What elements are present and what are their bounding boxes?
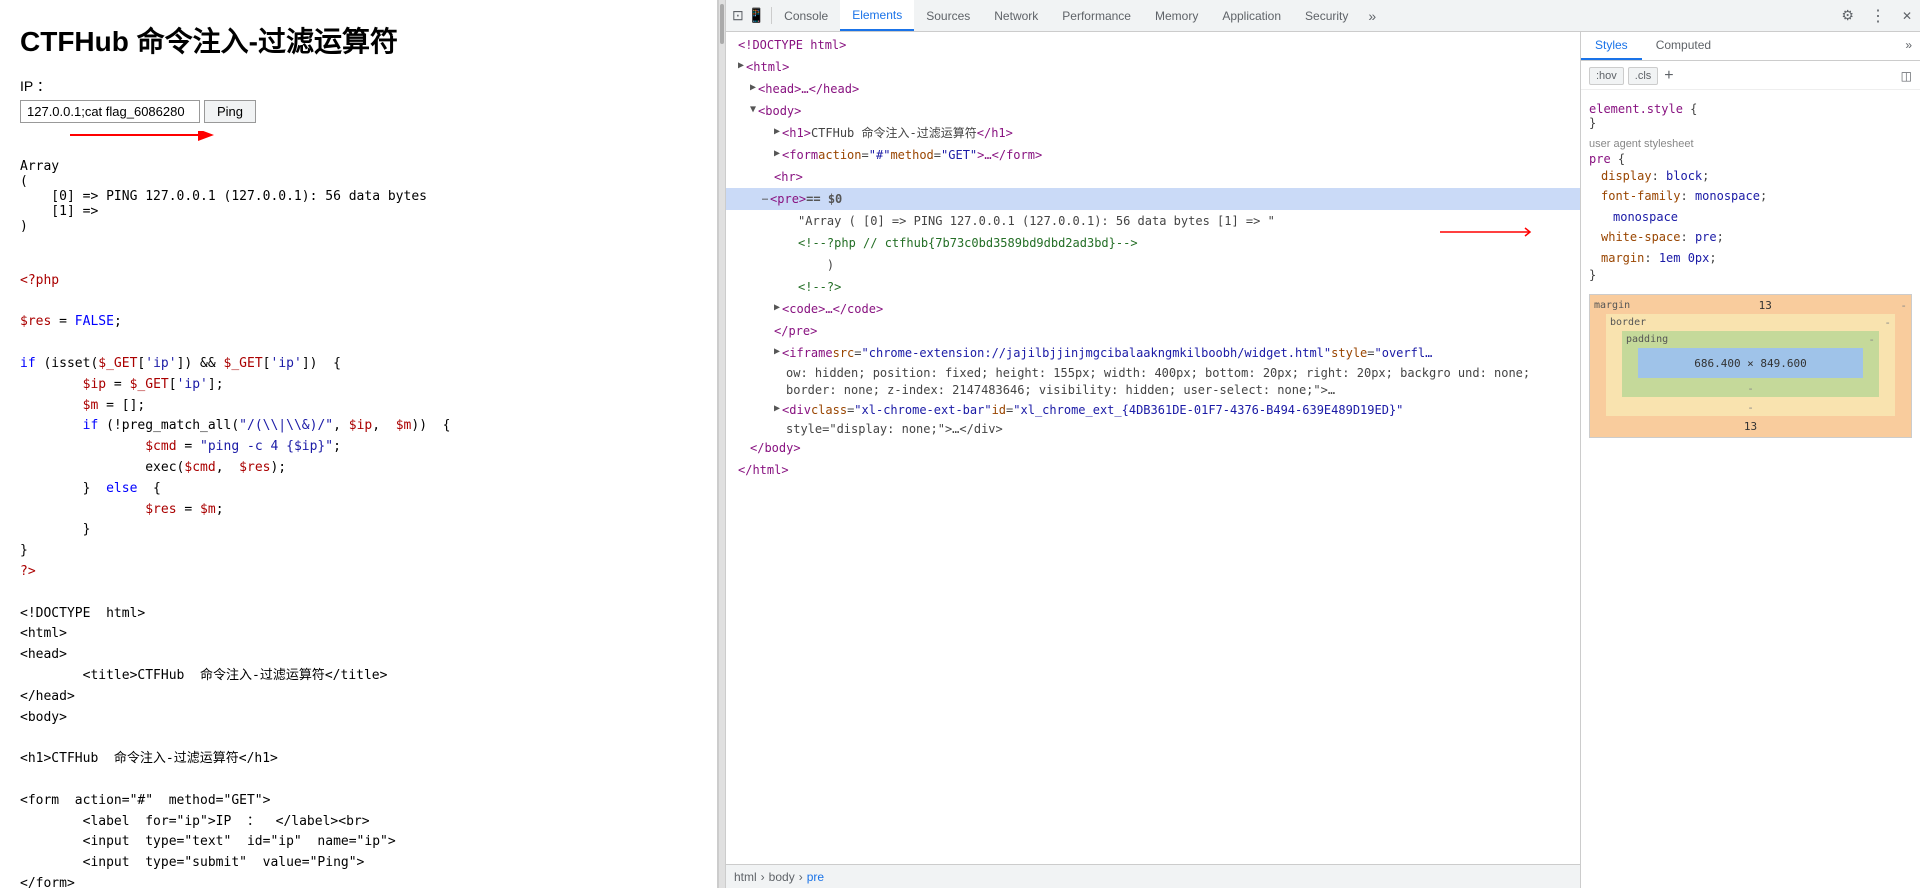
tab-styles[interactable]: Styles — [1581, 32, 1642, 60]
expand-rules-icon[interactable]: ◫ — [1901, 69, 1912, 83]
tab-computed[interactable]: Computed — [1642, 32, 1725, 60]
php-source: <?php $res = FALSE; if (isset($_GET['ip'… — [20, 250, 697, 888]
ip-label: IP ： — [20, 76, 697, 96]
tab-application[interactable]: Application — [1210, 0, 1293, 31]
margin-right-val: - — [1900, 299, 1907, 312]
dom-node-iframe[interactable]: ▶ <iframe src="chrome-extension://jajilb… — [726, 342, 1580, 364]
border-box: border - padding - — [1606, 314, 1895, 416]
dom-breadcrumb: html › body › pre — [726, 864, 1580, 888]
more-tabs-icon[interactable]: » — [1360, 8, 1384, 24]
margin-bottom-val: 13 — [1744, 420, 1757, 433]
tab-security[interactable]: Security — [1293, 0, 1360, 31]
dom-node-comment2[interactable]: <!--?> — [726, 276, 1580, 298]
border-val: - — [1884, 316, 1891, 329]
breadcrumb-pre[interactable]: pre — [807, 870, 824, 884]
style-white-space: white-space: pre; — [1601, 227, 1912, 247]
breadcrumb-body[interactable]: body — [769, 870, 795, 884]
cursor-icon[interactable]: ⊡ — [732, 7, 744, 24]
margin-box: margin 13 - border - — [1590, 295, 1911, 437]
scroll-thumb — [720, 4, 724, 44]
margin-top-val: 13 — [1759, 299, 1772, 312]
tab-network[interactable]: Network — [982, 0, 1050, 31]
expand-styles-icon[interactable]: » — [1897, 32, 1920, 60]
dom-node-body[interactable]: ▼ <body> — [726, 100, 1580, 122]
dom-node-body-close[interactable]: </body> — [726, 437, 1580, 459]
mobile-icon[interactable]: 📱 — [748, 7, 765, 24]
styles-computed-tabs: Styles Computed » — [1581, 32, 1920, 61]
box-model: margin 13 - border - — [1589, 294, 1912, 438]
tab-performance[interactable]: Performance — [1050, 0, 1143, 31]
dom-node-pre[interactable]: … <pre> == $0 — [726, 188, 1580, 210]
command-output: Array ( [0] => PING 127.0.0.1 (127.0.0.1… — [20, 159, 697, 234]
dom-node-html-close[interactable]: </html> — [726, 459, 1580, 481]
padding-val: - — [1868, 333, 1875, 346]
dom-node-html[interactable]: ▶ <html> — [726, 56, 1580, 78]
dom-node-code[interactable]: ▶ <code>…</code> — [726, 298, 1580, 320]
ping-button[interactable]: Ping — [204, 100, 256, 123]
tab-sources[interactable]: Sources — [914, 0, 982, 31]
dom-node-h1[interactable]: ▶ <h1>CTFHub 命令注入-过滤运算符</h1> — [726, 122, 1580, 144]
annotation-arrow — [50, 131, 250, 155]
dom-node-head[interactable]: ▶ <head>…</head> — [726, 78, 1580, 100]
border-label: border — [1610, 317, 1646, 328]
style-font-family-2: monospace — [1601, 207, 1912, 227]
styles-content: element.style { } user agent stylesheet … — [1581, 96, 1920, 888]
devtools-top-tabs: ⊡ 📱 Console Elements Sources Network Per… — [726, 0, 1920, 32]
close-devtools-icon[interactable]: ✕ — [1894, 9, 1920, 23]
dom-node-text2[interactable]: ) — [726, 254, 1580, 276]
dom-node-div-chrome[interactable]: ▶ <div class="xl-chrome-ext-bar" id="xl_… — [726, 399, 1580, 421]
hov-button[interactable]: :hov — [1589, 67, 1624, 85]
flag-arrow — [1440, 222, 1560, 242]
user-agent-stylesheet-section: user agent stylesheet pre { display: blo… — [1589, 138, 1912, 282]
style-margin: margin: 1em 0px; — [1601, 248, 1912, 268]
padding-label: padding — [1626, 334, 1668, 345]
resize-handle[interactable] — [718, 0, 726, 888]
styles-panel: Styles Computed » :hov .cls + ◫ — [1580, 32, 1920, 888]
ip-input-row: Ping — [20, 100, 697, 123]
dom-node-doctype[interactable]: <!DOCTYPE html> — [726, 34, 1580, 56]
dom-node-comment-flag[interactable]: <!--?php // ctfhub{7b73c0bd3589bd9dbd2ad… — [726, 232, 1580, 254]
tab-memory[interactable]: Memory — [1143, 0, 1210, 31]
dom-node-form[interactable]: ▶ <form action="#" method="GET" >…</form… — [726, 144, 1580, 166]
more-options-icon[interactable]: ⋮ — [1862, 6, 1894, 26]
ip-input[interactable] — [20, 100, 200, 123]
border-bottom-val: - — [1747, 401, 1754, 414]
dom-tree: <!DOCTYPE html> ▶ <html> ▶ <head>…</head… — [726, 32, 1580, 864]
cls-button[interactable]: .cls — [1628, 67, 1659, 85]
dom-node-pre-close[interactable]: </pre> — [726, 320, 1580, 342]
add-style-icon[interactable]: + — [1664, 67, 1673, 85]
settings-icon[interactable]: ⚙ — [1833, 7, 1862, 24]
padding-box: padding - 686.400 × 849.600 - — [1622, 331, 1879, 397]
content-box: 686.400 × 849.600 — [1638, 348, 1863, 378]
margin-label: margin — [1594, 300, 1630, 311]
padding-bottom-val: - — [1747, 382, 1754, 395]
stylesheet-source-label: user agent stylesheet — [1589, 138, 1912, 150]
content-size: 686.400 × 849.600 — [1694, 357, 1807, 370]
tab-elements[interactable]: Elements — [840, 0, 914, 31]
webpage-panel: CTFHub 命令注入-过滤运算符 IP ： Ping — [0, 0, 718, 888]
dom-node-iframe-cont: ow: hidden; position: fixed; height: 155… — [726, 364, 1580, 399]
element-style-section: element.style { } — [1589, 102, 1912, 130]
tab-console[interactable]: Console — [772, 0, 840, 31]
style-font-family: font-family: monospace; — [1601, 186, 1912, 206]
dom-node-hr[interactable]: <hr> — [726, 166, 1580, 188]
breadcrumb-html[interactable]: html — [734, 870, 757, 884]
dom-node-div-chrome-cont: style="display: none;">…</div> — [726, 421, 1580, 438]
style-display: display: block; — [1601, 166, 1912, 186]
style-filter-row: :hov .cls + ◫ — [1581, 61, 1920, 90]
page-heading: CTFHub 命令注入-过滤运算符 — [20, 20, 697, 60]
